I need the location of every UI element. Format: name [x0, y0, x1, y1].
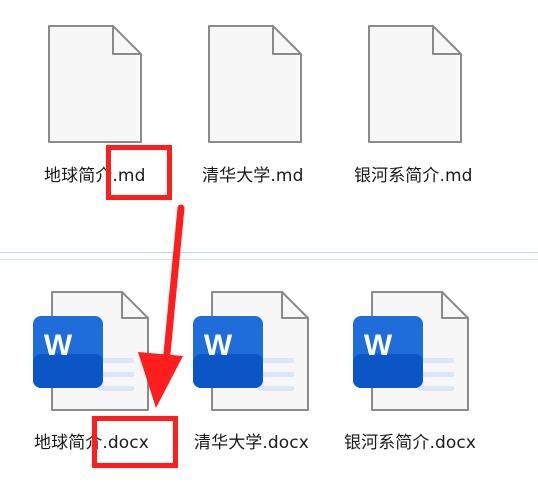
word-document-icon: W — [30, 288, 150, 422]
word-files-panel: W 地球简介.docx W 清华大学.docx W 银河系简介.docx — [0, 262, 538, 490]
word-badge-letter: W — [204, 329, 233, 362]
word-document-icon: W — [350, 288, 470, 422]
word-document-icon: W — [190, 288, 310, 422]
md-extension-highlight-box — [106, 145, 172, 200]
file-item-md-3[interactable]: 银河系简介.md — [354, 20, 490, 190]
pane-divider — [0, 259, 538, 260]
document-icon — [47, 24, 143, 148]
document-icon — [207, 24, 303, 148]
docx-extension-highlight-box — [92, 416, 178, 468]
markdown-files-panel: 地球简介.md 清华大学.md 银河系简介.md — [0, 0, 538, 252]
file-name: 清华大学.md — [202, 166, 304, 186]
file-item-docx-2[interactable]: W 清华大学.docx — [190, 288, 320, 458]
file-item-docx-3[interactable]: W 银河系简介.docx — [344, 288, 490, 458]
word-badge-letter: W — [44, 329, 73, 362]
file-name: 银河系简介.docx — [344, 433, 477, 453]
document-icon — [367, 24, 463, 148]
pane-divider — [0, 252, 538, 253]
file-name: 银河系简介.md — [354, 166, 473, 186]
word-badge-letter: W — [364, 329, 393, 362]
file-item-md-2[interactable]: 清华大学.md — [200, 20, 320, 190]
file-name: 清华大学.docx — [194, 433, 309, 453]
